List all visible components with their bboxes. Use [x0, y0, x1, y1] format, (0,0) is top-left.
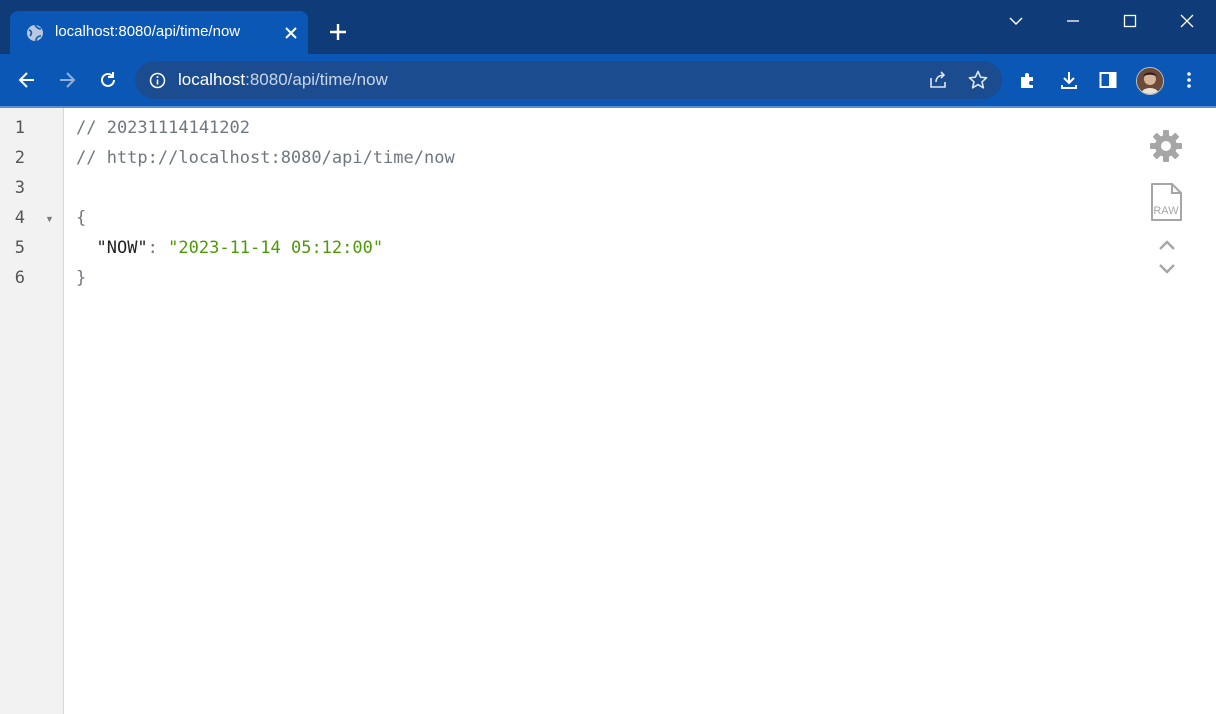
code-line: 3 [0, 173, 1100, 203]
line-number: 6 [14, 268, 25, 288]
maximize-button[interactable] [1107, 6, 1153, 34]
line-number: 2 [14, 148, 25, 168]
url-path: :8080/api/time/now [245, 70, 388, 89]
globe-icon [26, 24, 44, 42]
forward-button[interactable] [53, 66, 81, 94]
tab-active[interactable]: localhost:8080/api/time/now [10, 11, 308, 54]
toolbar-divider [0, 106, 1216, 108]
open-brace: { [76, 208, 87, 228]
reload-button[interactable] [94, 66, 122, 94]
minimize-button[interactable] [1050, 6, 1096, 34]
json-string-value: "2023-11-14 05:12:00" [168, 238, 384, 258]
code-line: 6 } [0, 263, 1100, 293]
side-panel-icon[interactable] [1094, 66, 1122, 94]
address-bar[interactable]: localhost:8080/api/time/now [135, 61, 1002, 99]
json-key: "NOW" [96, 238, 148, 258]
line-number: 1 [14, 118, 25, 138]
raw-view-file-icon[interactable]: RAW [1150, 182, 1184, 222]
bookmark-star-icon[interactable] [967, 69, 989, 91]
code-line: 2 // http://localhost:8080/api/time/now [0, 143, 1100, 173]
collapse-all-chevron-up-icon[interactable] [1157, 238, 1177, 252]
browser-toolbar: localhost:8080/api/time/now [0, 54, 1216, 106]
line-number: 5 [14, 238, 25, 258]
site-info-icon[interactable] [149, 72, 166, 89]
tab-search-chevron-down-icon[interactable] [993, 6, 1039, 34]
close-brace: } [76, 268, 87, 288]
downloads-icon[interactable] [1055, 66, 1083, 94]
title-bar: localhost:8080/api/time/now [0, 0, 1216, 54]
line-number: 3 [14, 178, 25, 198]
close-window-button[interactable] [1164, 6, 1210, 34]
json-colon: : [147, 238, 169, 258]
tab-close-icon[interactable] [283, 25, 299, 41]
url-host: localhost [178, 70, 246, 89]
code-line: 4 ▼ { [0, 203, 1100, 233]
profile-avatar[interactable] [1136, 67, 1164, 95]
share-icon[interactable] [927, 69, 949, 91]
code-line: 1 // 20231114141202 [0, 113, 1100, 143]
settings-gear-icon[interactable] [1148, 128, 1184, 164]
code-line: 5 "NOW": "2023-11-14 05:12:00" [0, 233, 1100, 263]
menu-kebab-icon[interactable] [1175, 66, 1203, 94]
comment-url: // http://localhost:8080/api/time/now [76, 148, 455, 168]
back-button[interactable] [13, 66, 41, 94]
extensions-puzzle-icon[interactable] [1014, 66, 1042, 94]
expand-all-chevron-down-icon[interactable] [1157, 262, 1177, 276]
raw-label: RAW [1153, 205, 1179, 217]
json-property: "NOW": "2023-11-14 05:12:00" [76, 233, 383, 263]
fold-toggle-icon[interactable]: ▼ [45, 214, 54, 224]
url-text[interactable]: localhost:8080/api/time/now [178, 70, 388, 90]
line-number: 4 [14, 208, 25, 228]
tab-title: localhost:8080/api/time/now [55, 23, 241, 40]
comment-timestamp: // 20231114141202 [76, 118, 250, 138]
new-tab-button[interactable] [326, 20, 350, 44]
